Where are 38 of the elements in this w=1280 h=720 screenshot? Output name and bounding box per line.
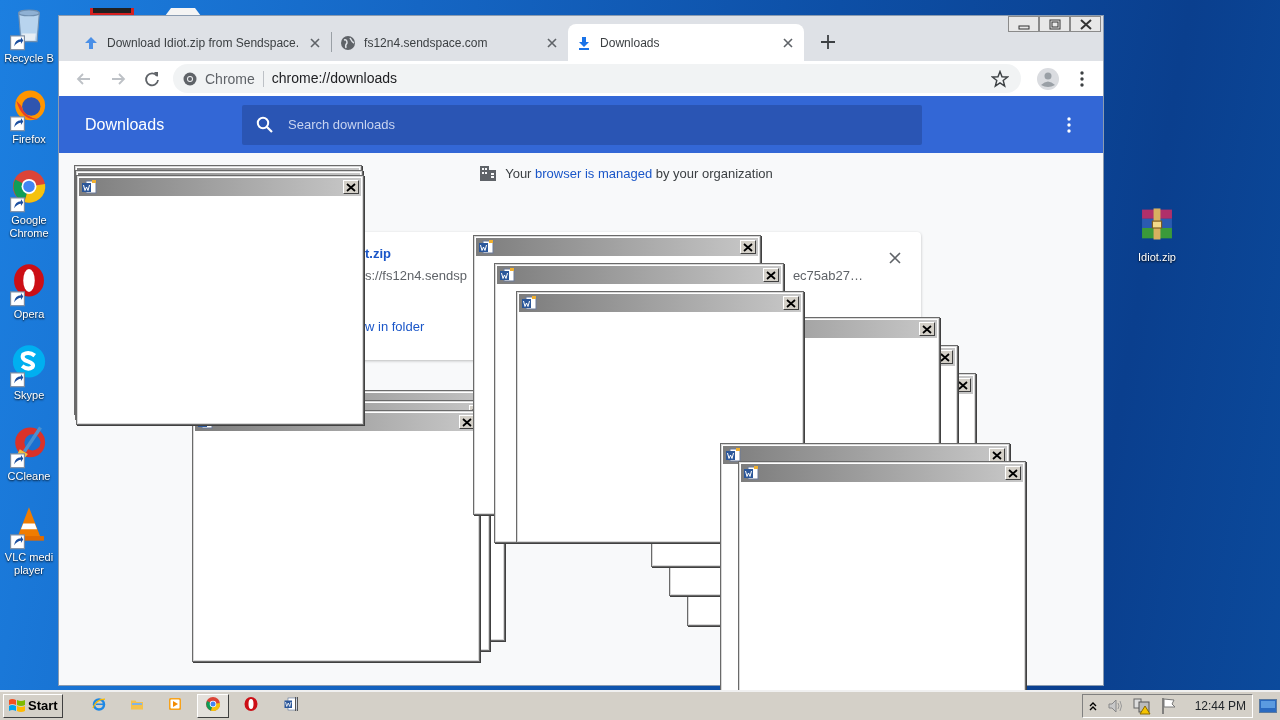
building-icon bbox=[479, 165, 498, 183]
icon-label[interactable]: Firefox bbox=[12, 133, 46, 146]
minimize-button[interactable] bbox=[1008, 16, 1039, 32]
browser-tab[interactable]: fs12n4.sendspace.com bbox=[332, 24, 569, 61]
icon-label[interactable]: Opera bbox=[13, 308, 45, 321]
browser-tab[interactable]: Downloads bbox=[568, 24, 805, 61]
managed-link[interactable]: browser is managed bbox=[535, 166, 653, 181]
start-button[interactable]: Start bbox=[3, 694, 63, 718]
icon-label[interactable]: VLC medi player bbox=[1, 551, 57, 577]
menu-icon[interactable] bbox=[1067, 116, 1071, 133]
url-text: chrome://downloads bbox=[271, 69, 399, 88]
icon-label[interactable]: Idiot.zip bbox=[1138, 251, 1176, 264]
icon-label[interactable]: Recycle B bbox=[4, 52, 54, 65]
network-warning-icon[interactable] bbox=[1132, 697, 1151, 715]
show-in-folder-link[interactable]: w in folder bbox=[365, 319, 425, 335]
close-button[interactable] bbox=[1070, 16, 1101, 32]
upload-icon bbox=[83, 34, 99, 51]
icon-label[interactable]: Skype bbox=[13, 389, 45, 402]
source-url: s://fs12n4.sendsp bbox=[365, 267, 467, 284]
search-icon[interactable] bbox=[256, 115, 274, 134]
page-title: Downloads bbox=[85, 114, 166, 135]
file-hash: ec75ab27… bbox=[792, 267, 863, 284]
plus-icon[interactable] bbox=[820, 34, 837, 50]
flag-icon[interactable] bbox=[1160, 697, 1177, 715]
remove-button[interactable] bbox=[887, 250, 903, 266]
site-chip: Chrome bbox=[205, 70, 264, 87]
taskbar-app-button[interactable] bbox=[196, 694, 229, 718]
chrome-logo-icon bbox=[183, 71, 197, 86]
icon-label[interactable]: CCleane bbox=[7, 470, 51, 483]
menu-icon[interactable] bbox=[1080, 70, 1084, 87]
icon-label[interactable]: Google Chrome bbox=[1, 214, 57, 240]
globe-icon bbox=[340, 34, 357, 51]
managed-notice: Your browser is managed by your organization bbox=[505, 165, 773, 183]
browser-tab[interactable]: Download Idiot.zip from Sendspace. bbox=[75, 24, 332, 61]
chevron-up-icon[interactable] bbox=[1088, 701, 1097, 711]
address-bar[interactable]: Chrome chrome://downloads bbox=[173, 64, 1021, 93]
star-icon[interactable] bbox=[991, 69, 1009, 88]
search-field[interactable]: Search downloads bbox=[242, 104, 922, 145]
